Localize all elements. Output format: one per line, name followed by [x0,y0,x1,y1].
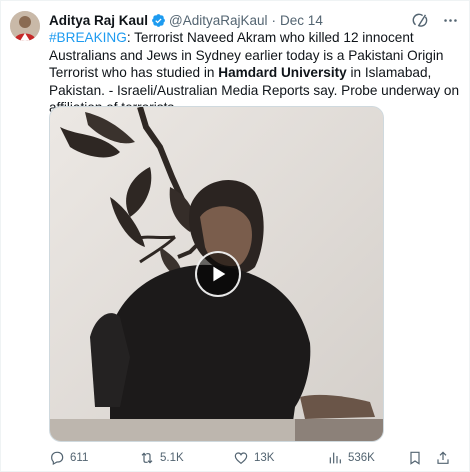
author-handle[interactable]: @AdityaRajKaul [169,13,268,28]
like-count: 13K [254,452,275,464]
action-bar: 611 5.1K 13K 536K [49,450,463,470]
reply-icon [51,451,64,466]
tweet-card[interactable]: Aditya Raj Kaul @AdityaRajKaul · Dec 14 … [0,0,470,472]
share-icon [437,451,449,464]
tweet-text: #BREAKING: Terrorist Naveed Akram who ki… [49,29,463,117]
bookmark-button[interactable] [407,450,423,466]
verified-badge-icon [151,13,166,28]
views-chart-icon [329,452,341,464]
reply-count: 611 [70,452,89,464]
repost-count: 5.1K [160,452,184,464]
repost-button[interactable]: 5.1K [139,450,184,466]
hashtag-link[interactable]: #BREAKING [49,30,127,45]
views-count: 536K [348,452,375,464]
play-icon [213,266,226,282]
reply-button[interactable]: 611 [49,450,88,466]
tweet-date[interactable]: Dec 14 [280,13,323,28]
heart-icon [234,452,248,465]
play-button[interactable] [195,251,241,297]
tweet-text-bold: Hamdard University [218,65,347,80]
grok-icon[interactable] [411,11,429,29]
tweet-header: Aditya Raj Kaul @AdityaRajKaul · Dec 14 [49,11,323,29]
top-actions [411,11,459,29]
bookmark-icon [410,451,420,465]
author-name[interactable]: Aditya Raj Kaul [49,13,148,28]
separator-dot: · [271,12,277,28]
repost-icon [141,452,153,464]
like-button[interactable]: 13K [233,450,274,466]
views-button[interactable]: 536K [327,450,375,466]
more-options-icon[interactable] [441,11,459,29]
avatar[interactable] [10,11,40,41]
share-button[interactable] [435,450,451,466]
